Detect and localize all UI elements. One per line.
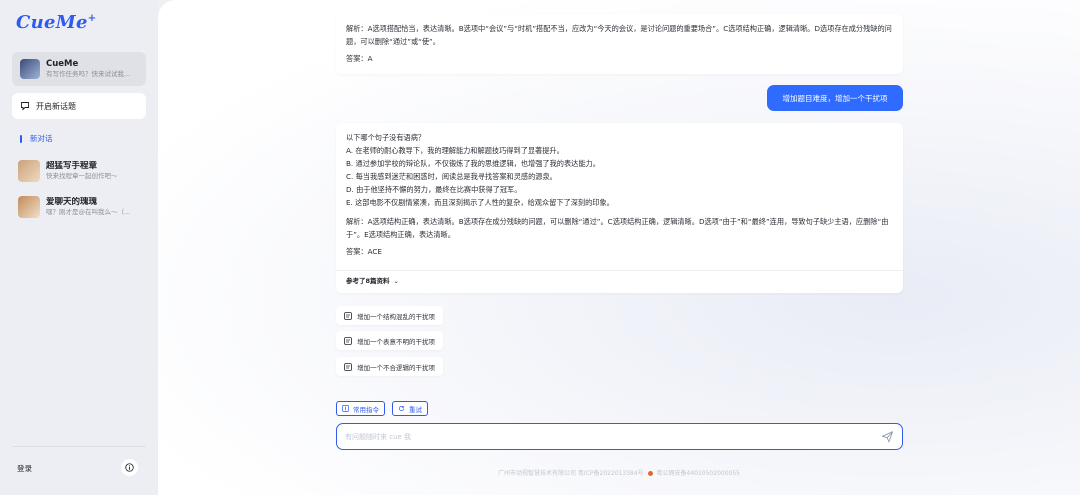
- avatar: [20, 59, 40, 79]
- logo-mark: +: [87, 13, 97, 24]
- sidebar: CueMe+ CueMe 有写作任务吗？快来试试我... 开启新话题 新对话 超…: [0, 0, 158, 495]
- common-commands-label: 常用指令: [353, 405, 379, 414]
- app-logo[interactable]: CueMe+: [16, 12, 96, 33]
- answer-card: 以下哪个句子没有语病？ A. 在老师的耐心教导下，我的理解能力和解题技巧得到了显…: [336, 123, 903, 293]
- chat-bubble-icon: [344, 311, 352, 320]
- references-label: 参考了8篇资料: [346, 277, 390, 285]
- option-c: C. 每当我感到迷茫和困惑时，阅读总是我寻找答案和灵感的源泉。: [346, 172, 557, 181]
- option-e: E. 这部电影不仅剧情紧凑，而且深刻揭示了人性的复杂，给观众留下了深刻的印象。: [346, 198, 614, 207]
- icp-text: 广州市动视智慧技术有限公司 粤ICP备2022013384号: [498, 470, 644, 477]
- avatar: [18, 196, 40, 218]
- agent-card-cueme[interactable]: CueMe 有写作任务吗？快来试试我...: [12, 52, 146, 86]
- active-indicator: [20, 134, 22, 143]
- chat-bubble-icon: [344, 362, 352, 371]
- chat-bubble-icon: [344, 336, 352, 345]
- option-a: A. 在老师的耐心教导下，我的理解能力和解题技巧得到了显著提升。: [346, 146, 564, 155]
- option-d: D. 由于他坚持不懈的努力，最终在比赛中获得了冠军。: [346, 185, 522, 194]
- chat-subtitle: 快来找程章一起创作吧～: [46, 172, 118, 180]
- sidebar-item-current-chat[interactable]: 新对话: [20, 133, 53, 144]
- answer-card: 解析：A选项搭配恰当，表达清晰。B选项中“会议”与“时机”搭配不当，应改为“今天…: [336, 14, 903, 74]
- info-icon: [125, 463, 134, 472]
- suggestion-chip[interactable]: 增加一个不合逻辑的干扰项: [336, 357, 443, 376]
- question-text: 以下哪个句子没有语病？: [346, 133, 426, 142]
- sidebar-item-chat[interactable]: 超猛写手程章 快来找程章一起创作吧～: [18, 160, 148, 182]
- suggestion-chip[interactable]: 增加一个表意不明的干扰项: [336, 331, 443, 350]
- agent-name: CueMe: [46, 59, 79, 69]
- chat-main: 解析：A选项搭配恰当，表达清晰。B选项中“会议”与“时机”搭配不当，应改为“今天…: [158, 0, 1080, 495]
- chat-input-box[interactable]: [336, 423, 903, 450]
- chat-input[interactable]: [345, 430, 865, 443]
- chat-subtitle: 嘿？刚才是@在叫我么～（...: [46, 208, 131, 216]
- footer: 广州市动视智慧技术有限公司 粤ICP备2022013384号 粤公网安备4401…: [158, 468, 1080, 477]
- answer-text: 答案：A: [346, 54, 373, 63]
- suggestion-label: 增加一个表意不明的干扰项: [357, 337, 435, 346]
- option-b: B. 通过参加学校的辩论队，不仅锻炼了我的思维逻辑，也增强了我的表达能力。: [346, 159, 600, 168]
- suggestion-chip[interactable]: 增加一个结构混乱的干扰项: [336, 306, 443, 325]
- analysis-text: 解析：A选项结构正确，表达清晰。B选项存在成分残缺的问题，可以删除“通过”。C选…: [346, 217, 889, 239]
- user-message-bubble: 增加题目难度，增加一个干扰项: [767, 85, 903, 111]
- suggestion-label: 增加一个不合逻辑的干扰项: [357, 363, 435, 372]
- retry-button[interactable]: 重试: [392, 401, 428, 416]
- current-chat-label: 新对话: [30, 134, 53, 143]
- login-link[interactable]: 登录: [17, 463, 32, 474]
- suggestion-label: 增加一个结构混乱的干扰项: [357, 312, 435, 321]
- info-button[interactable]: [121, 459, 138, 476]
- references-toggle[interactable]: 参考了8篇资料 ⌄: [346, 275, 399, 285]
- police-text: 粤公网安备44010502000055: [656, 470, 740, 477]
- new-chat-label: 开启新话题: [36, 101, 76, 111]
- new-chat-button[interactable]: 开启新话题: [12, 93, 146, 119]
- chat-title: 超猛写手程章: [46, 161, 98, 171]
- refresh-icon: [398, 406, 405, 412]
- answer-text: 答案：ACE: [346, 247, 382, 256]
- common-commands-button[interactable]: 常用指令: [336, 401, 385, 416]
- send-icon[interactable]: [881, 430, 894, 443]
- analysis-text: 解析：A选项搭配恰当，表达清晰。B选项中“会议”与“时机”搭配不当，应改为“今天…: [346, 24, 892, 46]
- avatar: [18, 160, 40, 182]
- retry-label: 重试: [409, 405, 422, 414]
- chat-title: 爱聊天的瑰瑰: [46, 197, 98, 207]
- chevron-down-icon: ⌄: [393, 277, 399, 285]
- command-icon: [342, 405, 349, 412]
- sidebar-item-chat[interactable]: 爱聊天的瑰瑰 嘿？刚才是@在叫我么～（...: [18, 196, 148, 218]
- divider: [12, 446, 146, 447]
- divider: [336, 270, 903, 271]
- new-chat-icon: [21, 102, 29, 111]
- logo-text: CueMe: [16, 12, 88, 33]
- police-badge-icon: [647, 471, 653, 476]
- agent-subtitle: 有写作任务吗？快来试试我...: [46, 70, 131, 78]
